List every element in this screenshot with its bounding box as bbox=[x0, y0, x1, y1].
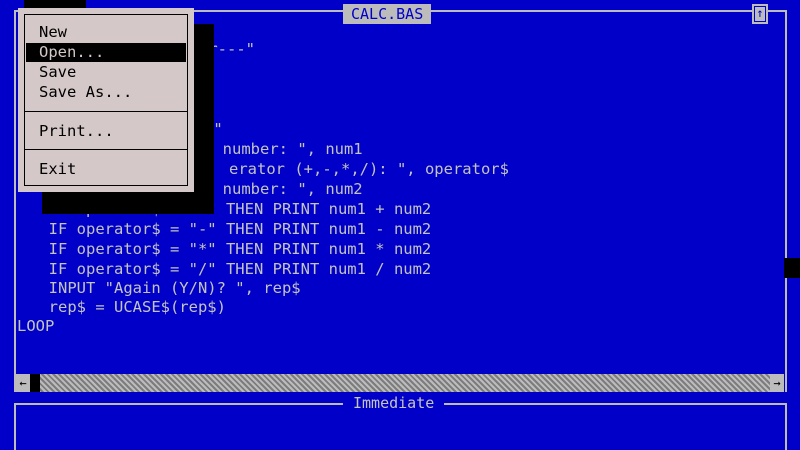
window-title: CALC.BAS bbox=[343, 4, 432, 24]
menu-item-open[interactable]: Open... bbox=[26, 43, 186, 62]
vertical-scrollbar-thumb[interactable] bbox=[784, 258, 800, 278]
code-line: IF operator$ = "*" THEN PRINT num1 * num… bbox=[30, 240, 432, 258]
menu-item-new[interactable]: New bbox=[26, 23, 186, 42]
immediate-border-left bbox=[14, 403, 16, 450]
maximize-arrow-icon: ↑ bbox=[754, 6, 766, 22]
code-line: t number: ", num1 bbox=[204, 140, 363, 158]
horizontal-scrollbar-thumb[interactable] bbox=[30, 374, 40, 392]
menu-item-save-as[interactable]: Save As... bbox=[26, 83, 186, 102]
maximize-button[interactable]: ↑ bbox=[752, 4, 768, 24]
code-line: IF operator$ = "/" THEN PRINT num1 / num… bbox=[30, 260, 432, 278]
code-line: IF operator$ = "-" THEN PRINT num1 - num… bbox=[30, 220, 432, 238]
menu-item-exit[interactable]: Exit bbox=[26, 160, 186, 179]
file-menu: New Open... Save Save As... Print... Exi… bbox=[18, 8, 194, 192]
scroll-right-arrow-icon[interactable]: → bbox=[770, 374, 784, 392]
horizontal-scrollbar[interactable]: ← → bbox=[16, 374, 784, 392]
menu-separator bbox=[24, 111, 188, 112]
code-line: LOOP bbox=[17, 317, 55, 335]
menu-item-save[interactable]: Save bbox=[26, 63, 186, 82]
code-line: d number: ", num2 bbox=[204, 180, 363, 198]
scroll-left-arrow-icon[interactable]: ← bbox=[16, 374, 30, 392]
immediate-border-right bbox=[785, 403, 787, 450]
code-line: rep$ = UCASE$(rep$) bbox=[30, 298, 226, 316]
code-line: erator (+,-,*,/): ", operator$ bbox=[229, 160, 509, 178]
menu-item-print[interactable]: Print... bbox=[26, 122, 186, 141]
file-menu-header[interactable] bbox=[24, 0, 86, 8]
code-line: INPUT "Again (Y/N)? ", rep$ bbox=[30, 279, 301, 297]
menu-separator bbox=[24, 149, 188, 150]
immediate-pane-title: Immediate bbox=[343, 393, 445, 413]
